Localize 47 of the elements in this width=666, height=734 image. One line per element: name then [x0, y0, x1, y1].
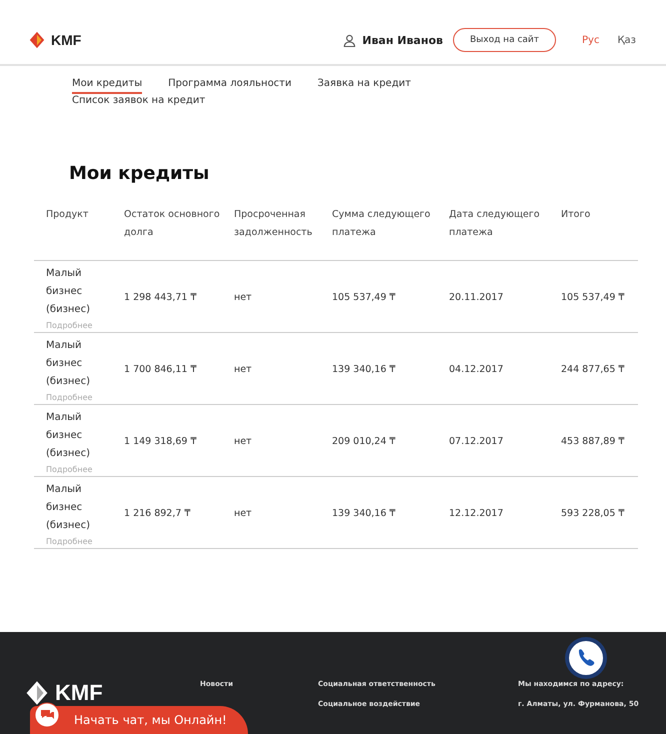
nav-tab[interactable]: Мои кредиты [72, 78, 142, 94]
table-cell-text: 139 340,16 ₸ [331, 364, 396, 375]
logo-text: KMF [51, 32, 82, 48]
product-name: Малый бизнес (бизнес) [46, 339, 91, 389]
table-cell-text: 1 298 443,71 ₸ [123, 292, 198, 303]
nav-tab[interactable]: Заявка на кредит [318, 78, 411, 94]
column-header: Дата следующего платежа [448, 208, 541, 240]
user-icon [343, 34, 356, 46]
table-cell-text: 12.12.2017 [448, 508, 504, 519]
table-cell-text: 04.12.2017 [448, 364, 504, 375]
language-link[interactable]: Қаз [617, 34, 636, 46]
nav-tab[interactable]: Список заявок на кредит [72, 95, 206, 111]
table-cell-text: 593 228,05 ₸ [560, 508, 626, 519]
column-header: Сумма следующего платежа [331, 208, 432, 240]
column-header: Остаток основного долга [123, 208, 221, 240]
exit-button[interactable]: Выход на сайт [452, 28, 556, 52]
table-cell-text: 1 216 892,7 ₸ [123, 508, 192, 519]
language-link[interactable]: Рус [582, 34, 600, 46]
user-name: Иван Иванов [362, 34, 443, 46]
table-cell-text: нет [233, 364, 253, 375]
table-cell-text: 20.11.2017 [448, 292, 504, 303]
column-header: Просроченная задолженность [233, 208, 314, 240]
table-cell-text: 244 877,65 ₸ [560, 364, 626, 375]
table-cell-text: 1 149 318,69 ₸ [123, 436, 198, 447]
table-cell-text: 209 010,24 ₸ [331, 436, 396, 447]
logo-icon [24, 680, 50, 706]
table-cell-text: 07.12.2017 [448, 436, 504, 447]
table-cell-text: 1 700 846,11 ₸ [123, 364, 198, 375]
page-title: Мои кредиты [69, 163, 210, 184]
nav-tab[interactable]: Программа лояльности [168, 78, 292, 94]
chat-button[interactable]: Начать чат, мы Онлайн! [30, 706, 248, 734]
chat-icon [34, 702, 60, 728]
product-name: Малый бизнес (бизнес) [46, 267, 91, 317]
table-cell-text: 105 537,49 ₸ [331, 292, 396, 303]
product-name: Малый бизнес (бизнес) [46, 483, 91, 533]
table-cell-text: 453 887,89 ₸ [560, 436, 626, 447]
table-cell-text: 105 537,49 ₸ [560, 292, 626, 303]
column-header: Продукт [45, 208, 90, 222]
phone-icon[interactable] [564, 636, 608, 680]
logo-text: KMF [55, 680, 103, 706]
column-header: Итого [560, 208, 592, 222]
table-cell-text: нет [233, 292, 253, 303]
table-cell-text: нет [233, 508, 253, 519]
table-cell-text: нет [233, 436, 253, 447]
product-name: Малый бизнес (бизнес) [46, 411, 91, 461]
logo-icon [28, 31, 46, 49]
table-cell-text: 139 340,16 ₸ [331, 508, 396, 519]
